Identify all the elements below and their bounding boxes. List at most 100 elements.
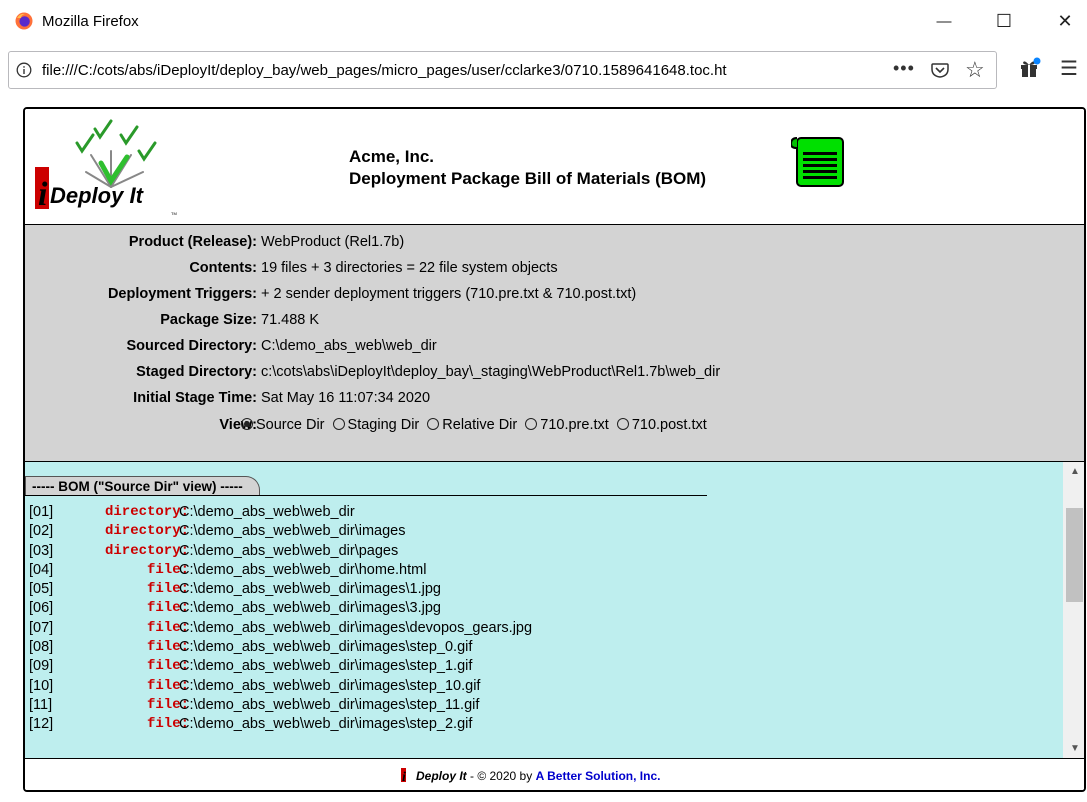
ideployit-logo: i Deploy It TM — [31, 117, 181, 217]
stage-time-label: Initial Stage Time: — [133, 390, 257, 406]
view-option-relative-dir[interactable]: Relative Dir — [427, 417, 517, 433]
vertical-scrollbar[interactable]: ▲ ▼ — [1063, 462, 1084, 758]
view-label: View: — [219, 417, 257, 433]
bom-item-index: [12] — [29, 716, 54, 733]
radio-post-trigger[interactable] — [616, 418, 629, 430]
bom-tab-divider — [25, 495, 707, 496]
view-options: Source Dir Staging Dir Relative Dir 710.… — [241, 417, 711, 433]
product-label: Product (Release): — [128, 234, 257, 250]
hamburger-menu-icon[interactable]: ☰ — [1060, 56, 1078, 81]
view-option-post-trigger[interactable]: 710.post.txt — [616, 417, 707, 433]
staged-label: Staged Directory: — [136, 364, 257, 380]
bom-item-path: C:\demo_abs_web\web_dir\images\3.jpg — [179, 600, 441, 617]
bom-item-path: C:\demo_abs_web\web_dir\images\step_10.g… — [179, 677, 481, 694]
view-option-pre-trigger[interactable]: 710.pre.txt — [525, 417, 609, 433]
page-content: i Deploy It TM Acme, Inc. Deployment Pac… — [23, 107, 1086, 792]
firefox-logo-icon — [15, 12, 33, 30]
bom-item-type: file: — [146, 677, 189, 694]
sourced-label: Sourced Directory: — [126, 338, 257, 354]
triggers-label: Deployment Triggers: — [107, 286, 257, 302]
logo-text: Deploy It — [50, 183, 145, 208]
page-header: i Deploy It TM Acme, Inc. Deployment Pac… — [25, 109, 1084, 225]
bom-item-path: C:\demo_abs_web\web_dir\images\step_0.gi… — [179, 639, 473, 656]
bom-item-type: file: — [146, 581, 189, 598]
page-actions-icon[interactable]: ••• — [893, 58, 915, 79]
footer-company-link[interactable]: A Better Solution, Inc. — [536, 769, 661, 783]
scrollbar-thumb[interactable] — [1066, 508, 1083, 602]
url-text[interactable]: file:///C:/cots/abs/iDeployIt/deploy_bay… — [42, 62, 727, 79]
bom-item-type: directory: — [104, 504, 189, 520]
size-value: 71.488 K — [261, 312, 320, 328]
radio-staging-dir[interactable] — [332, 418, 345, 430]
bom-item-type: directory: — [104, 542, 189, 559]
bom-item-index: [11] — [29, 696, 53, 713]
bom-item-type: directory: — [104, 523, 189, 540]
bom-item-type: file: — [146, 658, 189, 675]
footer-logo-icon: i — [401, 768, 406, 785]
bom-item-type: file: — [146, 716, 189, 733]
bom-item-path: C:\demo_abs_web\web_dir — [179, 504, 355, 520]
bom-item-index: [05] — [29, 581, 54, 598]
close-button[interactable]: ✕ — [1045, 6, 1085, 36]
pocket-icon[interactable] — [930, 60, 950, 80]
svg-text:i: i — [38, 176, 48, 213]
bom-item-index: [02] — [29, 523, 54, 540]
bom-item-path: C:\demo_abs_web\web_dir\images — [179, 523, 406, 540]
radio-pre-trigger[interactable] — [525, 418, 538, 430]
maximize-button[interactable]: ☐ — [984, 6, 1024, 36]
package-info: Product (Release): WebProduct (Rel1.7b) … — [25, 225, 1084, 462]
radio-relative-dir[interactable] — [427, 418, 440, 430]
contents-value: 19 files + 3 directories = 22 file syste… — [261, 260, 558, 276]
bom-item-index: [04] — [29, 561, 54, 578]
address-bar[interactable]: file:///C:/cots/abs/iDeployIt/deploy_bay… — [8, 51, 997, 89]
bom-item-type: file: — [146, 696, 189, 713]
sourced-value: C:\demo_abs_web\web_dir — [261, 338, 437, 354]
bom-item-type: file: — [146, 639, 189, 656]
stage-time-value: Sat May 16 11:07:34 2020 — [261, 390, 431, 406]
page-footer: i Deploy It - © 2020 by A Better Solutio… — [25, 759, 1084, 790]
scroll-up-icon[interactable]: ▲ — [1070, 466, 1080, 477]
scroll-down-icon[interactable]: ▼ — [1070, 743, 1080, 754]
bom-item-path: C:\demo_abs_web\web_dir\images\step_2.gi… — [179, 716, 473, 733]
bom-item-index: [01] — [29, 504, 54, 520]
view-option-source-dir[interactable]: Source Dir — [241, 417, 325, 433]
bom-item-path: C:\demo_abs_web\web_dir\images\1.jpg — [179, 581, 441, 598]
info-icon[interactable] — [16, 62, 32, 78]
bom-item-path: C:\demo_abs_web\web_dir\images\devopos_g… — [179, 619, 533, 636]
staged-value: c:\cots\abs\iDeployIt\deploy_bay\_stagin… — [261, 364, 721, 380]
company-name: Acme, Inc. — [349, 147, 435, 166]
view-option-staging-dir[interactable]: Staging Dir — [332, 417, 419, 433]
radio-source-dir[interactable] — [241, 418, 253, 430]
product-value: WebProduct (Rel1.7b) — [261, 234, 405, 250]
svg-text:i: i — [402, 770, 406, 783]
window-title: Mozilla Firefox — [42, 13, 139, 30]
footer-logo-text: Deploy It — [416, 769, 467, 783]
bom-item-path: C:\demo_abs_web\web_dir\pages — [179, 542, 399, 559]
bom-item-type: file: — [146, 600, 189, 617]
bookmark-star-icon[interactable]: ☆ — [965, 57, 985, 83]
bom-item-index: [10] — [29, 677, 54, 694]
staged-row: Staged Directory: c:\cots\abs\iDeployIt\… — [25, 364, 1025, 384]
bom-panel: ----- BOM ("Source Dir" view) ----- [01]… — [25, 462, 1084, 759]
bom-item-index: [08] — [29, 639, 54, 656]
svg-text:TM: TM — [171, 211, 177, 216]
view-row: View: Source Dir Staging Dir Relative Di… — [25, 417, 1025, 437]
bom-item-path: C:\demo_abs_web\web_dir\images\step_1.gi… — [179, 658, 473, 675]
contents-label: Contents: — [189, 260, 257, 276]
sourced-row: Sourced Directory: C:\demo_abs_web\web_d… — [25, 338, 1025, 358]
page-title: Deployment Package Bill of Materials (BO… — [349, 169, 707, 188]
bom-item-index: [09] — [29, 658, 54, 675]
bom-item-path: C:\demo_abs_web\web_dir\home.html — [179, 561, 427, 578]
contents-row: Contents: 19 files + 3 directories = 22 … — [25, 260, 1025, 280]
product-row: Product (Release): WebProduct (Rel1.7b) — [25, 234, 1025, 254]
size-label: Package Size: — [160, 312, 257, 328]
stage-time-row: Initial Stage Time: Sat May 16 11:07:34 … — [25, 390, 1025, 410]
bom-item-type: file: — [146, 561, 189, 578]
whats-new-gift-icon[interactable] — [1019, 57, 1041, 79]
minimize-button[interactable]: — — [924, 6, 964, 36]
document-scroll-icon — [791, 137, 844, 187]
bom-tab: ----- BOM ("Source Dir" view) ----- — [25, 476, 260, 495]
bom-item-type: file: — [146, 619, 189, 636]
bom-item-index: [07] — [29, 619, 54, 636]
footer-copyright: - © 2020 by — [466, 769, 536, 783]
